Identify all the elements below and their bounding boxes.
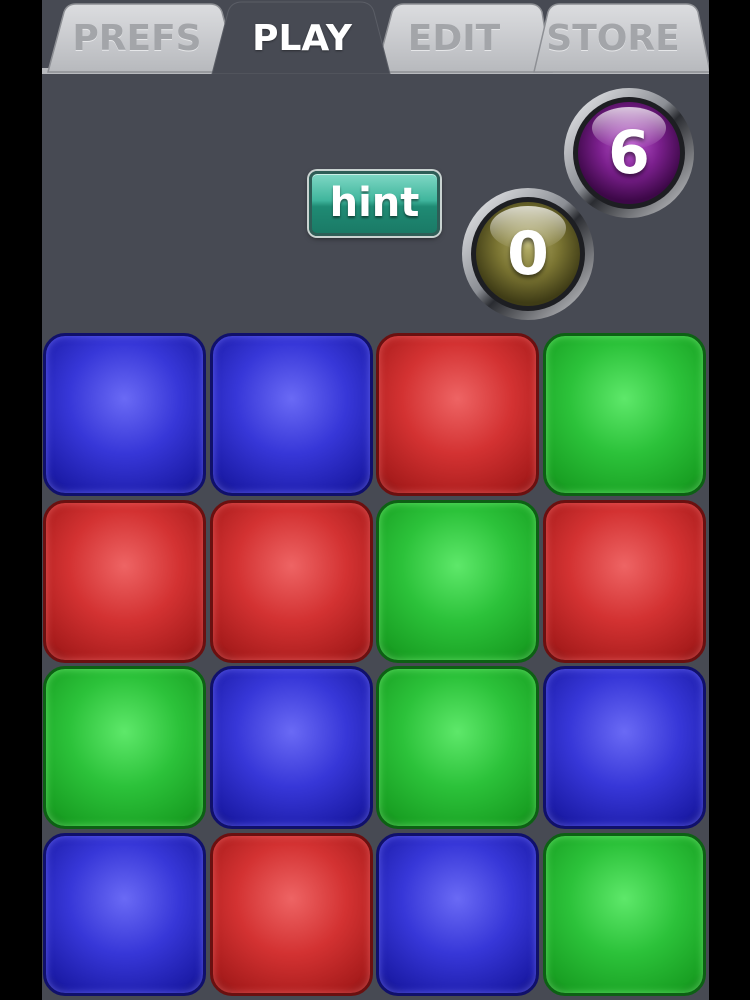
tile-blue[interactable] — [43, 833, 206, 996]
tile-blue[interactable] — [210, 333, 373, 496]
tile-blue[interactable] — [43, 333, 206, 496]
hint-button[interactable]: hint — [309, 171, 440, 236]
tile-green[interactable] — [43, 666, 206, 829]
tile-green[interactable] — [376, 666, 539, 829]
level-counter-value: 6 — [608, 118, 650, 188]
tile-green[interactable] — [543, 333, 706, 496]
tab-prefs[interactable]: PREFS — [62, 14, 212, 64]
tile-green[interactable] — [376, 500, 539, 663]
tab-play[interactable]: PLAY — [224, 14, 380, 64]
game-screen: PREFS PLAY EDIT STORE hint 0 6 — [42, 0, 709, 1000]
tile-board — [42, 332, 709, 1000]
tile-green[interactable] — [543, 833, 706, 996]
tab-edit[interactable]: EDIT — [388, 14, 520, 64]
tile-red[interactable] — [210, 500, 373, 663]
tile-red[interactable] — [43, 500, 206, 663]
tab-store[interactable]: STORE — [542, 14, 684, 64]
tile-blue[interactable] — [376, 833, 539, 996]
tile-blue[interactable] — [543, 666, 706, 829]
tile-red[interactable] — [543, 500, 706, 663]
tile-red[interactable] — [376, 333, 539, 496]
tile-blue[interactable] — [210, 666, 373, 829]
level-counter-orb: 6 — [562, 86, 696, 220]
tab-bar: PREFS PLAY EDIT STORE — [42, 0, 709, 74]
tile-red[interactable] — [210, 833, 373, 996]
